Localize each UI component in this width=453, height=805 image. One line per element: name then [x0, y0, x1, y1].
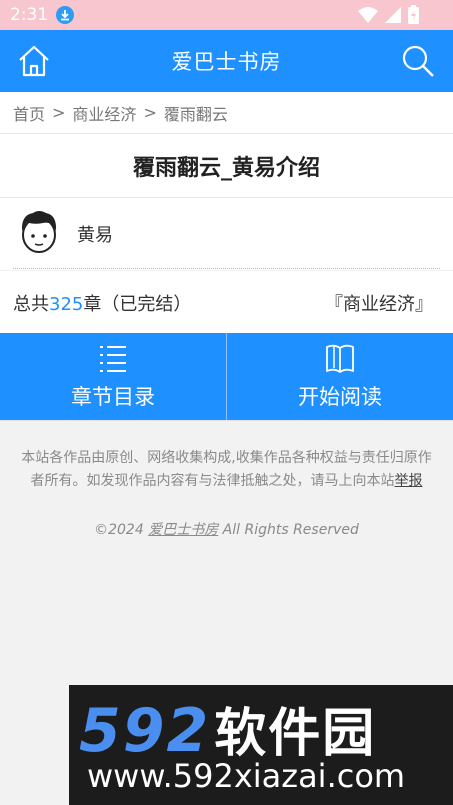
watermark-url: www.592xiazai.com	[87, 757, 406, 795]
breadcrumb-category[interactable]: 商业经济	[72, 101, 136, 125]
breadcrumb: 首页 > 商业经济 > 覆雨翻云	[0, 92, 453, 134]
list-icon	[100, 345, 126, 372]
page-title: 覆雨翻云_黄易介绍	[132, 155, 320, 181]
app-header: 爱巴士书房	[0, 30, 453, 92]
chapter-count-number: 325	[49, 294, 84, 315]
action-buttons: 章节目录 开始阅读	[0, 333, 453, 420]
wifi-icon	[358, 6, 378, 23]
disclaimer: 本站各作品由原创、网络收集构成,收集作品各种权益与责任归原作者所有。如发现作品内…	[18, 447, 435, 493]
watermark-brand: 592软件园	[79, 691, 376, 766]
start-reading-button[interactable]: 开始阅读	[227, 333, 453, 420]
book-category[interactable]: 『商业经济』	[325, 290, 433, 316]
home-icon	[19, 45, 49, 77]
status-time: 2:31	[10, 5, 49, 25]
avatar	[19, 209, 59, 255]
home-button[interactable]	[16, 44, 52, 78]
book-icon	[326, 344, 354, 373]
chapter-count-prefix: 总共	[13, 294, 49, 315]
divider	[13, 268, 440, 269]
search-button[interactable]	[401, 44, 435, 78]
breadcrumb-separator: >	[52, 103, 66, 122]
start-reading-label: 开始阅读	[298, 384, 382, 409]
breadcrumb-book[interactable]: 覆雨翻云	[164, 101, 228, 125]
download-icon	[56, 6, 75, 24]
breadcrumb-home[interactable]: 首页	[13, 101, 45, 125]
book-title-section: 覆雨翻云_黄易介绍	[0, 134, 453, 198]
chapter-list-label: 章节目录	[71, 384, 155, 409]
copyright-rights: All Rights Reserved	[222, 522, 359, 538]
watermark-number: 592	[79, 696, 211, 766]
watermark-brand-text: 软件园	[214, 704, 377, 764]
battery-icon	[408, 5, 419, 24]
search-icon	[402, 45, 434, 77]
book-info-row: 总共325章（已完结） 『商业经济』	[0, 271, 453, 333]
author-avatar-icon	[21, 211, 57, 253]
chapter-count: 总共325章（已完结）	[13, 290, 191, 316]
author-row: 黄易	[0, 198, 453, 270]
footer-site-link[interactable]: 爱巴士书房	[148, 522, 218, 538]
breadcrumb-separator: >	[143, 103, 157, 122]
disclaimer-text: 本站各作品由原创、网络收集构成,收集作品各种权益与责任归原作者所有。如发现作品内…	[21, 450, 432, 489]
copyright: ©2024 爱巴士书房 All Rights Reserved	[0, 519, 453, 539]
chapter-list-button[interactable]: 章节目录	[0, 333, 226, 420]
copyright-year: ©2024	[94, 522, 144, 538]
page-footer: 本站各作品由原创、网络收集构成,收集作品各种权益与责任归原作者所有。如发现作品内…	[0, 420, 453, 686]
author-name[interactable]: 黄易	[77, 221, 113, 247]
chapter-count-suffix: 章（已完结）	[83, 294, 192, 315]
watermark-logo: 592软件园 www.592xiazai.com	[69, 685, 453, 805]
site-title: 爱巴士书房	[171, 50, 282, 74]
signal-icon	[385, 6, 401, 23]
status-bar: 2:31	[0, 0, 453, 30]
report-link[interactable]: 举报	[395, 473, 423, 489]
